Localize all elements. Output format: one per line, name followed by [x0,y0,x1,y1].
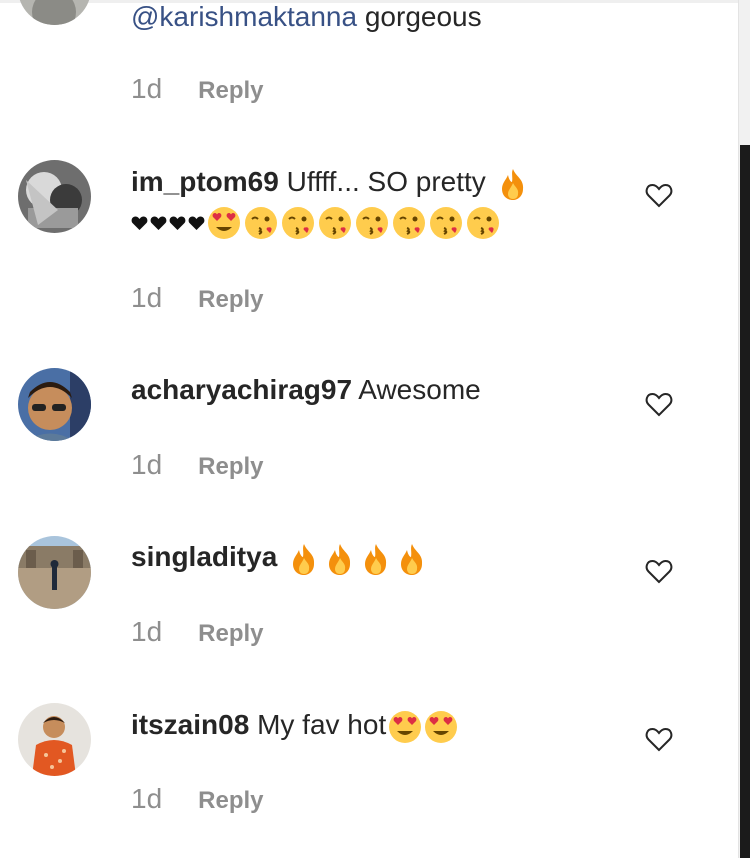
comment-time: 1d [131,449,163,480]
black-heart-icon [131,215,148,232]
like-heart-icon[interactable] [645,391,673,417]
reply-button[interactable]: Reply [198,453,263,480]
comment-time: 1d [131,783,163,814]
heart-eyes-emoji [388,710,422,744]
comment-text: My fav hot [257,709,387,740]
black-heart-icon [169,215,186,232]
comment-username[interactable]: itszain08 [131,709,249,740]
scrollbar-thumb[interactable] [740,145,750,858]
kiss-wink-emoji [466,206,500,240]
avatar[interactable] [18,536,91,609]
kiss-wink-emoji [281,206,315,240]
comment-text: Awesome [358,374,481,405]
emoji-row [131,205,503,241]
mention-link[interactable]: @karishmaktanna [131,1,357,32]
comment-text: Uffff... SO pretty [286,166,486,197]
like-heart-icon[interactable] [645,182,673,208]
black-heart-icon [188,215,205,232]
fire-emoji [496,167,530,201]
comment-username[interactable]: im_ptom69 [131,166,279,197]
heart-eyes-emoji [207,206,241,240]
kiss-wink-emoji [392,206,426,240]
heart-eyes-emoji [424,710,458,744]
fire-emoji [359,542,393,576]
avatar[interactable] [18,368,91,441]
avatar[interactable] [18,703,91,776]
reply-button[interactable]: Reply [198,286,263,313]
comment-time: 1d [131,616,163,647]
kiss-wink-emoji [429,206,463,240]
kiss-wink-emoji [355,206,389,240]
fire-emoji [323,542,357,576]
like-heart-icon[interactable] [645,726,673,752]
fire-emoji [395,542,429,576]
reply-button[interactable]: Reply [198,620,263,647]
kiss-wink-emoji [244,206,278,240]
like-heart-icon[interactable] [645,558,673,584]
avatar[interactable] [18,0,91,25]
comment-text: gorgeous [364,1,482,32]
comment-username[interactable]: singladitya [131,541,277,572]
comment-username[interactable]: acharyachirag97 [131,374,352,405]
kiss-wink-emoji [318,206,352,240]
avatar[interactable] [18,160,91,233]
black-heart-icon [150,215,167,232]
fire-emoji [287,542,321,576]
reply-button[interactable]: Reply [198,77,263,104]
comment-time: 1d [131,282,163,313]
reply-button[interactable]: Reply [198,787,263,814]
comment-time: 1d [131,73,163,104]
